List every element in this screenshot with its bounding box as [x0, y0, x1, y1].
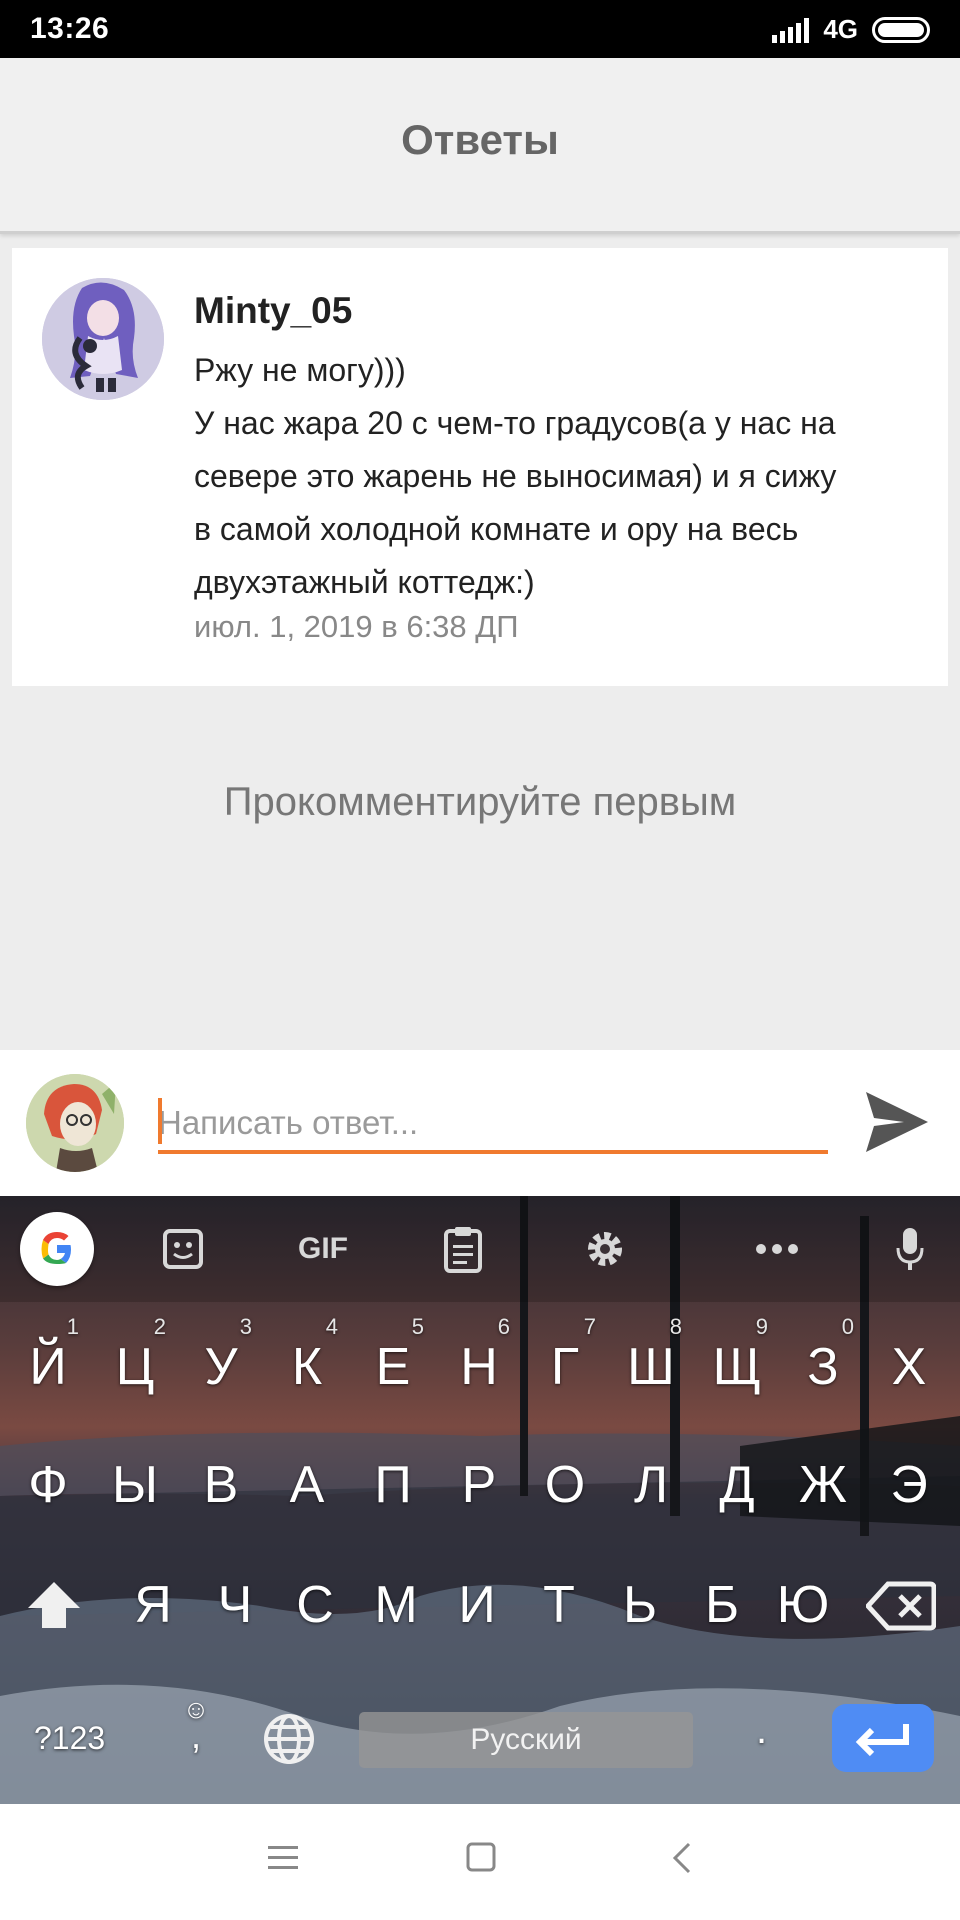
back-button[interactable]: [672, 1842, 692, 1879]
key[interactable]: Д: [694, 1430, 780, 1540]
empty-comments-hint: Прокомментируйте первым: [223, 780, 737, 824]
key[interactable]: Я: [110, 1550, 196, 1660]
status-time: 13:26: [30, 12, 110, 45]
send-button[interactable]: [860, 1086, 932, 1158]
key[interactable]: Ы: [92, 1430, 178, 1540]
menu-button[interactable]: [268, 1844, 298, 1877]
comment-line: севере это жарень не выносимая) и я сижу: [194, 458, 837, 494]
key-row-2: Ф Ы В А П Р О Л Д Ж Э: [0, 1430, 960, 1550]
home-button[interactable]: [466, 1842, 496, 1877]
sticker-icon: [163, 1229, 203, 1269]
key-row-1: Й1 Ц2 У3 К4 Е5 Н6 Г7 Ш8 Щ9 З0 Х: [0, 1312, 960, 1432]
key[interactable]: Л: [608, 1430, 694, 1540]
key[interactable]: Г7: [522, 1312, 608, 1422]
key[interactable]: Н6: [436, 1312, 522, 1422]
emoji-comma-key[interactable]: ☺ ,: [176, 1694, 216, 1764]
status-icons: 4G: [772, 14, 930, 45]
google-icon: [41, 1232, 71, 1264]
reply-input[interactable]: [158, 1096, 828, 1154]
voice-input-button[interactable]: [890, 1218, 930, 1280]
key[interactable]: Ц2: [92, 1312, 178, 1422]
comment-card: Minty_05 Ржу не могу))) У нас жара 20 с …: [12, 248, 948, 686]
key[interactable]: Щ9: [694, 1312, 780, 1422]
network-type: 4G: [823, 14, 858, 44]
period-key[interactable]: .: [756, 1708, 767, 1753]
key-row-bottom: ?123 ☺ , Русский .: [0, 1694, 960, 1804]
key[interactable]: О: [522, 1430, 608, 1540]
comment-body: Minty_05 Ржу не могу))) У нас жара 20 с …: [194, 290, 908, 645]
key[interactable]: П: [350, 1430, 436, 1540]
clipboard-icon: [444, 1227, 482, 1273]
key[interactable]: Ю: [760, 1550, 846, 1660]
key[interactable]: З0: [780, 1312, 866, 1422]
status-bar: 13:26 4G: [0, 0, 960, 58]
settings-button[interactable]: [580, 1218, 630, 1280]
text-caret: [158, 1098, 162, 1144]
comment-line: двухэтажный коттедж:): [194, 564, 535, 600]
menu-icon: [268, 1846, 298, 1869]
key[interactable]: Р: [436, 1430, 522, 1540]
comment-text: Ржу не могу))) У нас жара 20 с чем-то гр…: [194, 344, 908, 609]
backspace-icon: [864, 1581, 937, 1631]
key[interactable]: Х: [866, 1312, 952, 1422]
key[interactable]: М: [353, 1550, 439, 1660]
comment-timestamp: июл. 1, 2019 в 6:38 ДП: [194, 609, 519, 644]
page-title: Ответы: [401, 116, 559, 163]
key[interactable]: Б: [679, 1550, 765, 1660]
key[interactable]: С: [272, 1550, 358, 1660]
google-button[interactable]: [20, 1212, 94, 1286]
app-header: Ответы: [0, 58, 960, 234]
comment-author[interactable]: Minty_05: [194, 290, 908, 332]
key[interactable]: Ч: [192, 1550, 278, 1660]
keyboard-toolbar: GIF: [0, 1196, 960, 1302]
gear-icon: [588, 1232, 622, 1266]
key[interactable]: Й1: [5, 1312, 91, 1422]
language-key[interactable]: [262, 1712, 316, 1771]
symbols-key[interactable]: ?123: [34, 1720, 105, 1757]
key[interactable]: Ь: [597, 1550, 683, 1660]
back-icon: [672, 1842, 691, 1874]
key[interactable]: Т: [516, 1550, 602, 1660]
keyboard: GIF Й1 Ц2 У3 К4 Е5 Н6 Г7 Ш8 Щ9 З0 Х Ф Ы …: [0, 1196, 960, 1804]
signal-icon: [772, 17, 810, 43]
shift-icon: [28, 1582, 80, 1628]
author-avatar[interactable]: [42, 278, 164, 400]
navigation-bar: [0, 1804, 960, 1920]
key[interactable]: Ж: [780, 1430, 866, 1540]
key[interactable]: К4: [264, 1312, 350, 1422]
key[interactable]: В: [178, 1430, 264, 1540]
space-bar[interactable]: Русский: [359, 1712, 693, 1768]
comment-line: в самой холодной комнате и ору на весь: [194, 511, 799, 547]
battery-icon: [872, 16, 930, 43]
more-button[interactable]: [752, 1218, 802, 1280]
key[interactable]: И: [434, 1550, 520, 1660]
comment-line: Ржу не могу))): [194, 352, 406, 388]
shift-key[interactable]: [24, 1576, 84, 1636]
key[interactable]: А: [264, 1430, 350, 1540]
key[interactable]: Ф: [5, 1430, 91, 1540]
more-icon: [756, 1244, 798, 1254]
key[interactable]: Э: [866, 1430, 952, 1540]
enter-icon: [855, 1724, 909, 1757]
home-icon: [466, 1842, 496, 1872]
enter-key[interactable]: [832, 1704, 934, 1772]
sticker-button[interactable]: [158, 1218, 208, 1280]
key[interactable]: Ш8: [608, 1312, 694, 1422]
send-icon: [866, 1092, 928, 1152]
key-row-3: Я Ч С М И Т Ь Б Ю: [0, 1550, 960, 1670]
backspace-key[interactable]: [864, 1580, 937, 1632]
user-avatar: [26, 1074, 124, 1172]
reply-bar: [0, 1050, 960, 1196]
clipboard-button[interactable]: [438, 1218, 488, 1280]
comment-line: У нас жара 20 с чем-то градусов(а у нас …: [194, 405, 836, 441]
key[interactable]: Е5: [350, 1312, 436, 1422]
microphone-icon: [896, 1228, 924, 1270]
gif-button[interactable]: GIF: [288, 1218, 358, 1280]
globe-icon: [264, 1714, 314, 1764]
key[interactable]: У3: [178, 1312, 264, 1422]
